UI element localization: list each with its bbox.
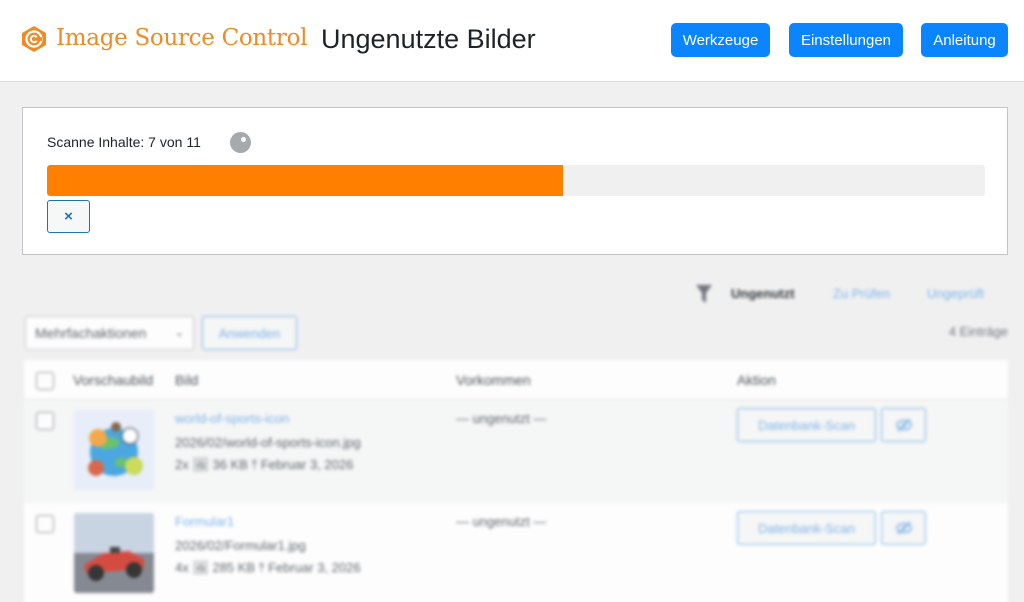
image-path: 2026/02/world-of-sports-icon.jpg — [175, 435, 361, 450]
scan-progress-card: Scanne Inhalte: 7 von 11 × — [22, 107, 1008, 255]
filter-icon — [696, 285, 712, 303]
column-preview: Vorschaubild — [73, 372, 154, 388]
eye-slash-icon — [895, 418, 912, 432]
database-scan-button[interactable]: Datenbank-Scan — [737, 511, 876, 545]
filter-view-to-check[interactable]: Zu Prüfen — [833, 286, 890, 301]
brand-name: Image Source Control — [56, 25, 308, 51]
progress-bar-fill — [47, 165, 563, 196]
apply-bulk-action-button[interactable]: Anwenden — [202, 316, 297, 350]
tools-button[interactable]: Werkzeuge — [671, 23, 770, 57]
hide-image-button[interactable] — [881, 408, 926, 442]
hide-image-button[interactable] — [881, 511, 926, 545]
column-action: Aktion — [737, 372, 776, 388]
sports-globe-thumbnail[interactable] — [74, 410, 154, 490]
bulk-actions-select[interactable]: Mehrfachaktionen ⌄ — [25, 316, 194, 350]
table-row: world-of-sports-icon 2026/02/world-of-sp… — [24, 400, 1008, 503]
bulk-actions-value: Mehrfachaktionen — [35, 325, 147, 341]
filter-view-unused[interactable]: Ungenutzt — [731, 286, 795, 301]
scan-status-text: Scanne Inhalte: 7 von 11 — [47, 134, 201, 150]
eye-slash-icon — [895, 521, 912, 535]
column-usage: Vorkommen — [456, 372, 531, 388]
usage-status: — ungenutzt — — [456, 411, 547, 426]
manual-button[interactable]: Anleitung — [921, 23, 1008, 57]
select-all-checkbox[interactable] — [36, 372, 54, 390]
app-header: Image Source Control Ungenutzte Bilder W… — [0, 0, 1024, 82]
formula1-car-thumbnail[interactable] — [74, 513, 154, 593]
usage-status: — ungenutzt — — [456, 514, 547, 529]
image-meta: 4x 🖼 285 KB ⤒ Februar 3, 2026 — [175, 560, 361, 575]
progress-bar — [47, 165, 985, 196]
image-meta: 2x 🖼 36 KB ⤒ Februar 3, 2026 — [175, 457, 354, 472]
database-scan-button[interactable]: Datenbank-Scan — [737, 408, 876, 442]
settings-button[interactable]: Einstellungen — [789, 23, 903, 57]
image-title-link[interactable]: world-of-sports-icon — [175, 411, 289, 426]
row-checkbox[interactable] — [36, 412, 54, 430]
chevron-down-icon: ⌄ — [174, 327, 184, 339]
items-count: 4 Einträge — [948, 324, 1008, 339]
loading-spinner-icon — [230, 132, 251, 153]
table-header: Vorschaubild Bild Vorkommen Aktion — [24, 360, 1008, 400]
unused-images-list: Ungenutzt Zu Prüfen Ungeprüft Mehrfachak… — [0, 262, 1024, 602]
page-title: Ungenutzte Bilder — [321, 24, 536, 54]
filter-view-unchecked[interactable]: Ungeprüft — [927, 286, 984, 301]
table-row: Formular1 2026/02/Formular1.jpg 4x 🖼 285… — [24, 503, 1008, 602]
cancel-scan-button[interactable]: × — [47, 200, 90, 233]
column-image: Bild — [175, 372, 199, 388]
image-title-link[interactable]: Formular1 — [175, 514, 234, 529]
image-path: 2026/02/Formular1.jpg — [175, 538, 306, 553]
image-source-control-logo-icon — [22, 26, 46, 52]
row-checkbox[interactable] — [36, 515, 54, 533]
